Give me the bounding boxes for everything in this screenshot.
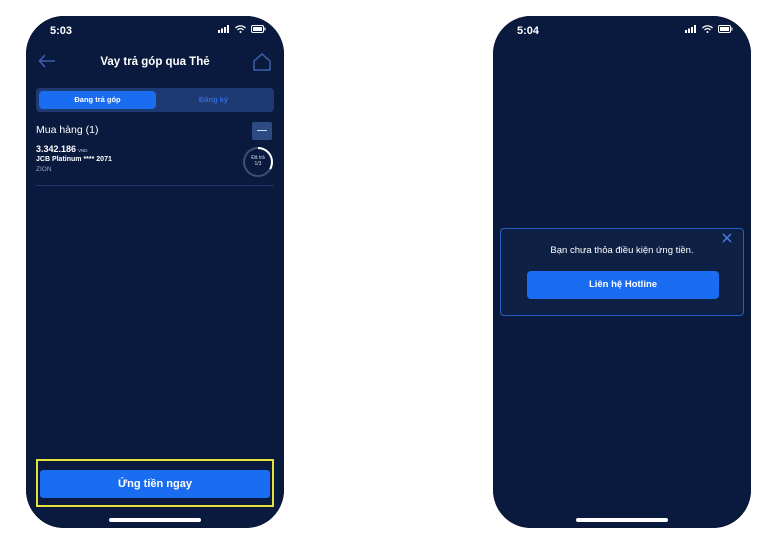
signal-icon [685, 25, 696, 33]
status-bar: 5:03 [26, 16, 284, 42]
phone-screen-left: 5:03 Vay trả góp qua Thẻ Đang trả góp Đă… [26, 16, 284, 528]
list-item[interactable]: 3.342.186 VND JCB Platinum **** 2071 ZION… [36, 144, 274, 186]
minus-icon [257, 130, 267, 131]
contact-hotline-button[interactable]: Liên hệ Hotline [527, 271, 719, 299]
dialog-message: Bạn chưa thỏa điều kiện ứng tiền. [550, 245, 694, 256]
wifi-icon [235, 25, 246, 33]
signal-icon [218, 25, 229, 33]
page-title: Vay trả góp qua Thẻ [100, 56, 210, 68]
item-amount: 3.342.186 VND [36, 144, 274, 154]
tab-installment-active[interactable]: Đang trả góp [39, 91, 156, 109]
battery-icon [718, 25, 733, 33]
section-title: Mua hàng (1) [36, 124, 99, 136]
progress-value: 1/3 [254, 161, 262, 167]
amount-value: 3.342.186 [36, 144, 77, 154]
status-time: 5:03 [50, 25, 73, 37]
status-bar: 5:04 [493, 16, 751, 42]
status-icons [218, 25, 266, 33]
item-merchant: ZION [36, 166, 52, 173]
progress-text: Đã trả 1/3 [242, 155, 274, 167]
status-time: 5:04 [517, 25, 540, 37]
wifi-icon [702, 25, 713, 33]
home-indicator [109, 518, 201, 522]
close-icon[interactable] [722, 233, 732, 243]
battery-icon [251, 25, 266, 33]
home-indicator [576, 518, 668, 522]
collapse-button[interactable] [252, 122, 272, 140]
status-icons [685, 25, 733, 33]
home-icon[interactable] [252, 52, 272, 72]
tab-bar: Đang trả góp Đăng ký [36, 88, 274, 112]
advance-now-button[interactable]: Ứng tiền ngay [40, 470, 270, 498]
tab-register[interactable]: Đăng ký [156, 91, 271, 109]
ineligible-dialog: Bạn chưa thỏa điều kiện ứng tiền. Liên h… [500, 228, 744, 316]
item-card: JCB Platinum **** 2071 [36, 156, 112, 163]
phone-screen-right: 5:04 Bạn chưa thỏa điều kiện ứng tiền. L… [493, 16, 751, 528]
currency-label: VND [78, 148, 88, 153]
nav-bar: Vay trả góp qua Thẻ [26, 52, 284, 76]
